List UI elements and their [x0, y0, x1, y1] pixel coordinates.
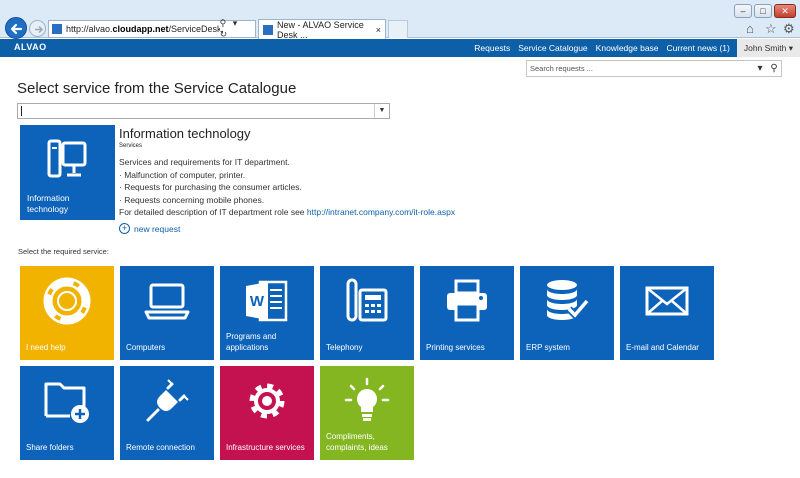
- tile-label: Infrastructure services: [226, 443, 305, 452]
- new-request-link[interactable]: + new request: [119, 223, 180, 234]
- window-minimize-button[interactable]: –: [734, 4, 752, 18]
- forward-button[interactable]: [29, 20, 46, 37]
- top-navigation: Requests Service Catalogue Knowledge bas…: [470, 39, 800, 57]
- tile-label: Remote connection: [126, 443, 195, 452]
- computer-tower-monitor-icon: [47, 139, 87, 178]
- arrow-left-icon: [10, 23, 23, 35]
- cog-icon: [249, 383, 285, 419]
- category-tile-label-line-1: Information: [27, 193, 70, 203]
- back-button[interactable]: [5, 17, 27, 39]
- plug-icon: [146, 379, 189, 422]
- new-tab-button[interactable]: [388, 20, 408, 38]
- page-title: Select service from the Service Catalogu…: [17, 80, 297, 97]
- service-tile-computers[interactable]: Computers: [120, 266, 214, 360]
- lifebuoy-icon: [43, 277, 91, 325]
- address-bar[interactable]: http://alvao.cloudapp.net/ServiceDesk/Ne…: [48, 18, 256, 40]
- folder-add-icon: [44, 382, 89, 423]
- service-tile-remote-connection[interactable]: Remote connection: [120, 366, 214, 460]
- address-url: http://alvao.cloudapp.net/ServiceDesk/Ne…: [66, 24, 220, 34]
- nav-service-catalogue[interactable]: Service Catalogue: [514, 39, 591, 57]
- it-role-link[interactable]: http://intranet.company.com/it-role.aspx: [307, 207, 455, 217]
- address-tools-icon[interactable]: ⚲ ▾ ↻: [220, 18, 255, 40]
- svg-text:W: W: [250, 293, 265, 310]
- search-icon[interactable]: ⚲: [767, 63, 781, 74]
- word-document-icon: W: [246, 280, 288, 322]
- tile-label: E-mail and Calendar: [626, 343, 699, 352]
- alvao-logo[interactable]: ALVAO: [14, 42, 47, 52]
- tile-label: Computers: [126, 343, 166, 352]
- desk-phone-icon: [346, 278, 388, 322]
- browser-tab-active[interactable]: New - ALVAO Service Desk ... ×: [258, 19, 386, 40]
- app-header: ALVAO Requests Service Catalogue Knowled…: [0, 39, 800, 57]
- nav-current-news[interactable]: Current news (1): [663, 39, 734, 57]
- settings-gear-icon[interactable]: ⚙: [783, 21, 795, 37]
- select-required-service-label: Select the required service:: [18, 247, 109, 256]
- printer-icon: [447, 279, 487, 322]
- tile-label: Compliments, complaints, ideas: [326, 432, 388, 452]
- window-close-button[interactable]: ✕: [774, 4, 796, 18]
- text-caret: [21, 106, 22, 116]
- tab-favicon-icon: [263, 24, 273, 35]
- service-tile-erp-system[interactable]: ERP system: [520, 266, 614, 360]
- category-tile-label-line-2: technology: [27, 204, 69, 214]
- desc-line: Services and requirements for IT departm…: [119, 157, 290, 167]
- nav-requests[interactable]: Requests: [470, 39, 514, 57]
- home-icon[interactable]: ⌂: [746, 21, 754, 36]
- tile-label: Programs and applications: [226, 332, 277, 352]
- database-check-icon: [547, 280, 590, 321]
- desc-line: · Malfunction of computer, printer.: [119, 169, 246, 180]
- desc-line: · Requests for purchasing the consumer a…: [119, 182, 302, 192]
- service-tile-compliments-complaints-ideas[interactable]: Compliments, complaints, ideas: [320, 366, 414, 460]
- category-subtitle: Services: [119, 143, 143, 149]
- tab-title: New - ALVAO Service Desk ...: [277, 19, 364, 40]
- new-request-label: new request: [134, 223, 181, 234]
- tile-label: ERP system: [526, 343, 570, 352]
- service-select-combobox[interactable]: ▼: [17, 103, 390, 119]
- service-tile-infrastructure-services[interactable]: Infrastructure services: [220, 366, 314, 460]
- service-tile-share-folders[interactable]: Share folders: [20, 366, 114, 460]
- favorites-star-icon[interactable]: ☆: [765, 21, 777, 37]
- desc-link-prefix: For detailed description of IT departmen…: [119, 207, 307, 217]
- window-maximize-button[interactable]: □: [754, 4, 772, 18]
- category-tile-label: Information technology: [27, 193, 70, 215]
- category-description: Services and requirements for IT departm…: [119, 156, 519, 219]
- search-requests-box[interactable]: Search requests ... ▾ ⚲: [526, 60, 782, 77]
- service-tile-e-mail-and-calendar[interactable]: E-mail and Calendar: [620, 266, 714, 360]
- category-tile-information-technology[interactable]: Information technology: [20, 125, 115, 220]
- search-input[interactable]: Search requests ...: [530, 64, 753, 73]
- desc-line: · Requests concerning mobile phones.: [119, 194, 265, 205]
- service-tile-programs-and-applications[interactable]: W Programs and applications: [220, 266, 314, 360]
- tile-label: Share folders: [26, 443, 74, 452]
- service-tile-i-need-help[interactable]: I need help: [20, 266, 114, 360]
- dropdown-arrow-icon[interactable]: ▼: [374, 104, 389, 118]
- lightbulb-icon: [344, 377, 390, 421]
- service-tile-printing-services[interactable]: Printing services: [420, 266, 514, 360]
- tab-close-icon[interactable]: ×: [376, 25, 385, 35]
- user-menu[interactable]: John Smith ▾: [736, 39, 800, 57]
- tile-label: I need help: [26, 343, 66, 352]
- tile-label: Telephony: [326, 343, 363, 352]
- plus-circle-icon: +: [119, 223, 130, 234]
- envelope-icon: [645, 286, 689, 316]
- service-tile-telephony[interactable]: Telephony: [320, 266, 414, 360]
- laptop-icon: [144, 283, 190, 320]
- search-options-icon[interactable]: ▾: [753, 63, 767, 74]
- desc-link-line: For detailed description of IT departmen…: [119, 206, 519, 219]
- site-favicon-icon: [52, 24, 62, 34]
- category-title: Information technology: [119, 126, 251, 141]
- tile-label: Printing services: [426, 343, 485, 352]
- nav-knowledge-base[interactable]: Knowledge base: [592, 39, 663, 57]
- browser-chrome: http://alvao.cloudapp.net/ServiceDesk/Ne…: [0, 0, 800, 40]
- arrow-right-icon: [35, 25, 44, 34]
